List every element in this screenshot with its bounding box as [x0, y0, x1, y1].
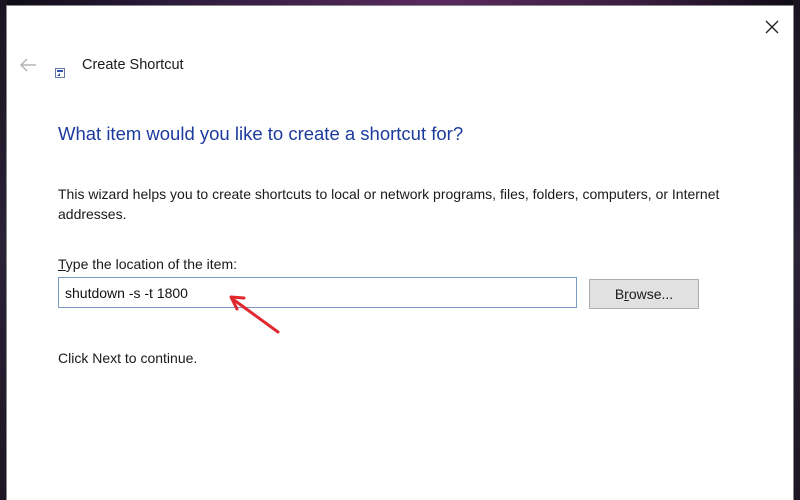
location-label-text: ype the location of the item: [65, 256, 237, 272]
wizard-description: This wizard helps you to create shortcut… [58, 186, 720, 222]
location-label: Type the location of the item: [58, 256, 237, 272]
close-button[interactable] [757, 12, 787, 42]
shortcut-app-icon [55, 65, 65, 78]
back-button[interactable] [17, 54, 39, 76]
wallpaper-right-edge [793, 0, 800, 500]
dialog-title: Create Shortcut [82, 57, 184, 73]
close-icon [765, 20, 779, 34]
back-arrow-icon [19, 58, 36, 72]
browse-label-start: B [614, 286, 625, 302]
wizard-heading: What item would you like to create a sho… [58, 123, 464, 144]
create-shortcut-dialog: Create Shortcut What item would you like… [7, 6, 793, 500]
continue-instruction: Click Next to continue. [58, 350, 198, 366]
wallpaper-left-edge [0, 0, 7, 500]
browse-label-end: owse... [628, 286, 674, 302]
browse-button[interactable]: Br owse... [589, 279, 699, 309]
location-label-accelerator: T [58, 256, 66, 272]
red-arrow-icon [229, 295, 280, 334]
screen: Create Shortcut What item would you like… [0, 0, 800, 500]
location-input[interactable] [58, 277, 577, 308]
